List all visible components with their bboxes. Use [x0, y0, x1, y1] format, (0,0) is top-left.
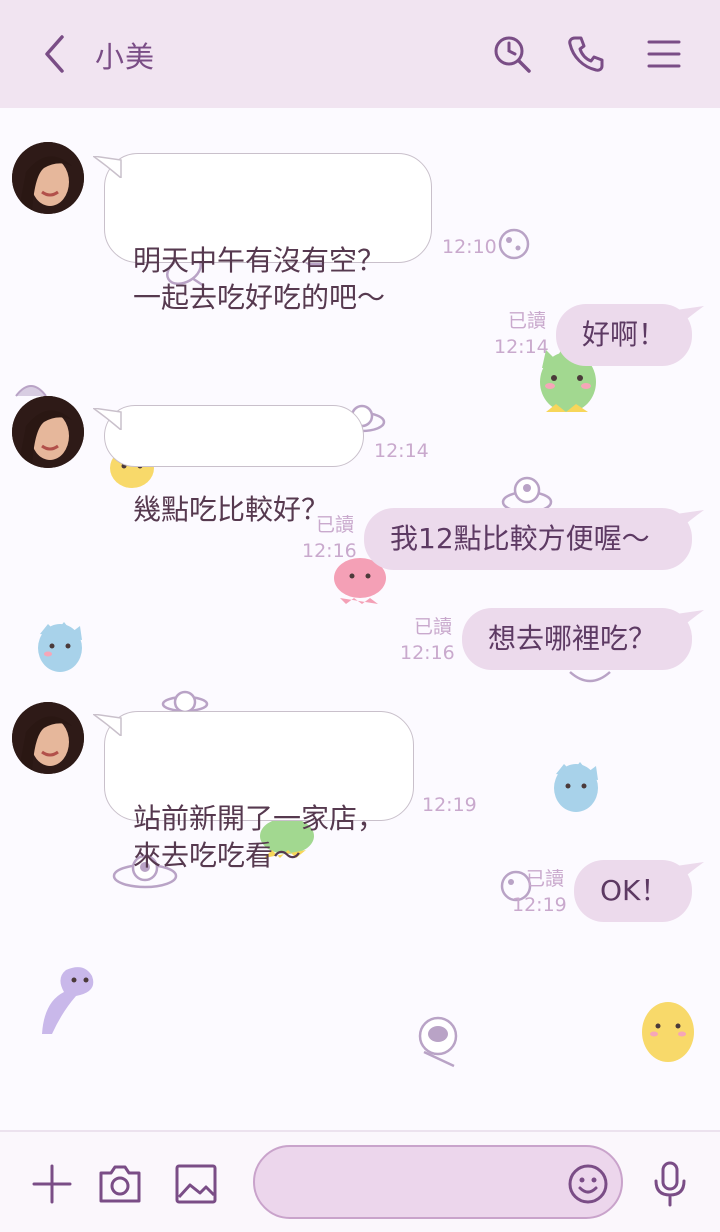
phone-icon — [568, 36, 604, 72]
search-button[interactable] — [488, 30, 536, 78]
camera-icon — [99, 1165, 141, 1203]
contact-avatar[interactable] — [12, 702, 84, 774]
blue-dino-decoration-icon — [38, 622, 82, 672]
planet-decoration-icon — [498, 228, 530, 260]
message-text-input[interactable] — [279, 1161, 549, 1203]
message-text: 我12點比較方便喔～ — [390, 522, 650, 555]
outgoing-message-bubble[interactable]: 想去哪裡吃？ — [462, 608, 704, 670]
outgoing-message-bubble[interactable]: 我12點比較方便喔～ — [364, 508, 704, 570]
read-receipt: 已讀 — [413, 616, 452, 638]
message-meta: 已讀 12:19 — [512, 866, 567, 918]
message-input-bar — [0, 1130, 720, 1232]
contact-avatar[interactable] — [12, 142, 84, 214]
incoming-message-bubble[interactable]: 明天中午有沒有空？ 一起去吃好吃的吧～ — [93, 153, 432, 314]
incoming-message-bubble[interactable]: 站前新開了一家店， 來去吃吃看～ — [93, 711, 414, 872]
microphone-icon — [654, 1161, 686, 1207]
yellow-dino-decoration-icon — [642, 1002, 694, 1062]
contact-avatar[interactable] — [12, 396, 84, 468]
message-input-field[interactable] — [253, 1145, 623, 1219]
message-time: 12:19 — [422, 794, 477, 816]
message-time: 12:19 — [512, 894, 567, 916]
back-button[interactable] — [34, 30, 74, 78]
message-text: 想去哪裡吃？ — [488, 622, 657, 655]
incoming-message-bubble[interactable]: 幾點吃比較好？ — [93, 405, 364, 526]
add-attachment-button[interactable] — [26, 1158, 78, 1210]
search-clock-icon — [494, 36, 531, 73]
camera-button[interactable] — [94, 1158, 146, 1210]
voice-input-button[interactable] — [644, 1156, 696, 1212]
message-text: 明天中午有沒有空？ 一起去吃好吃的吧～ — [133, 244, 386, 314]
read-receipt: 已讀 — [507, 310, 546, 332]
message-text: 好啊！ — [582, 318, 667, 351]
avatar-photo — [12, 142, 84, 214]
message-time: 12:16 — [400, 642, 455, 664]
message-time: 12:14 — [374, 440, 429, 462]
chat-title: 小美 — [95, 40, 156, 74]
blue-dino-decoration-icon — [554, 762, 598, 812]
hamburger-menu-icon — [647, 40, 681, 68]
call-button[interactable] — [562, 30, 610, 78]
outgoing-message-bubble[interactable]: 好啊！ — [556, 304, 704, 366]
chat-area[interactable]: 明天中午有沒有空？ 一起去吃好吃的吧～ 12:10 已讀 12:14 好啊！ 幾… — [0, 108, 720, 1130]
image-button[interactable] — [170, 1158, 222, 1210]
avatar-photo — [12, 396, 84, 468]
emoji-button[interactable] — [567, 1163, 609, 1205]
message-meta: 已讀 12:16 — [302, 512, 357, 564]
message-time: 12:14 — [494, 336, 549, 358]
purple-dino-decoration-icon — [42, 967, 94, 1034]
message-text: 幾點吃比較好？ — [133, 493, 330, 526]
message-time: 12:16 — [302, 540, 357, 562]
chat-header: 小美 — [0, 0, 720, 108]
chevron-left-icon — [45, 35, 64, 73]
message-text: 站前新開了一家店， 來去吃吃看～ — [133, 802, 386, 872]
message-meta: 已讀 12:14 — [494, 308, 549, 360]
avatar-photo — [12, 702, 84, 774]
menu-button[interactable] — [640, 30, 688, 78]
outgoing-message-bubble[interactable]: OK！ — [574, 860, 704, 922]
smiley-icon — [568, 1164, 608, 1204]
astronaut-decoration-icon — [418, 1016, 458, 1068]
plus-icon — [32, 1164, 72, 1204]
read-receipt: 已讀 — [525, 868, 564, 890]
message-text: OK！ — [600, 874, 669, 907]
message-meta: 已讀 12:16 — [400, 614, 455, 666]
read-receipt: 已讀 — [315, 514, 354, 536]
message-time: 12:10 — [442, 236, 497, 258]
image-icon — [175, 1164, 217, 1204]
